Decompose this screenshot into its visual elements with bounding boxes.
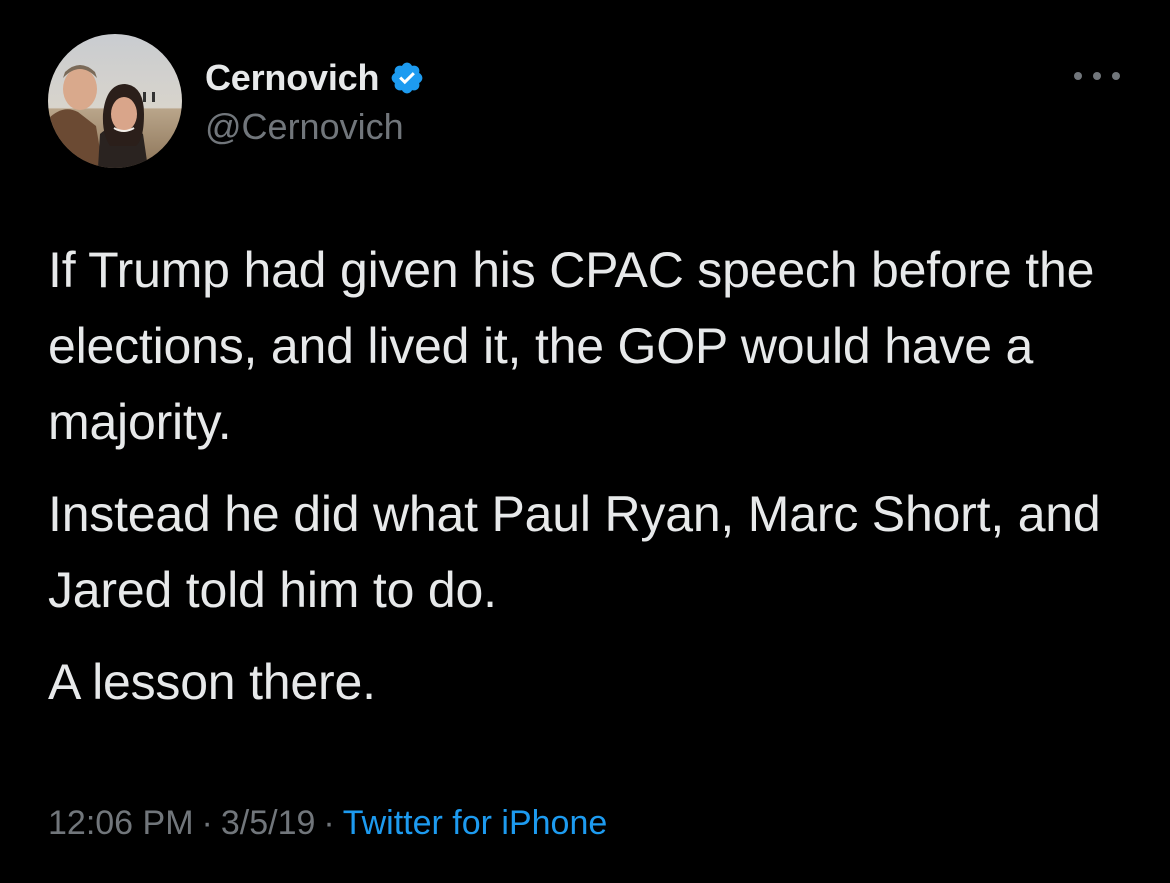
name-row: Cernovich <box>205 56 425 100</box>
more-dot <box>1112 72 1120 80</box>
tweet-date[interactable]: 3/5/19 <box>221 804 316 842</box>
more-dot <box>1074 72 1082 80</box>
handle[interactable]: @Cernovich <box>205 106 425 148</box>
author-block[interactable]: Cernovich @Cernovich <box>205 56 425 148</box>
meta-separator: · <box>323 804 335 842</box>
meta-separator: · <box>201 804 213 842</box>
avatar[interactable] <box>48 34 182 168</box>
more-horizontal-icon[interactable] <box>1074 64 1120 88</box>
tweet-metadata: 12:06 PM · 3/5/19 · Twitter for iPhone <box>48 804 607 843</box>
tweet-source-link[interactable]: Twitter for iPhone <box>343 804 608 842</box>
tweet-time[interactable]: 12:06 PM <box>48 804 194 842</box>
tweet-text: If Trump had given his CPAC speech befor… <box>48 232 1128 736</box>
tweet: Cernovich @Cernovich If Trump had given … <box>0 0 1170 883</box>
display-name[interactable]: Cernovich <box>205 57 379 99</box>
tweet-paragraph: If Trump had given his CPAC speech befor… <box>48 242 1095 450</box>
tweet-paragraph: A lesson there. <box>48 654 376 710</box>
more-dot <box>1093 72 1101 80</box>
verified-badge-icon <box>389 60 425 96</box>
avatar-image <box>48 34 182 168</box>
tweet-paragraph: Instead he did what Paul Ryan, Marc Shor… <box>48 486 1101 618</box>
